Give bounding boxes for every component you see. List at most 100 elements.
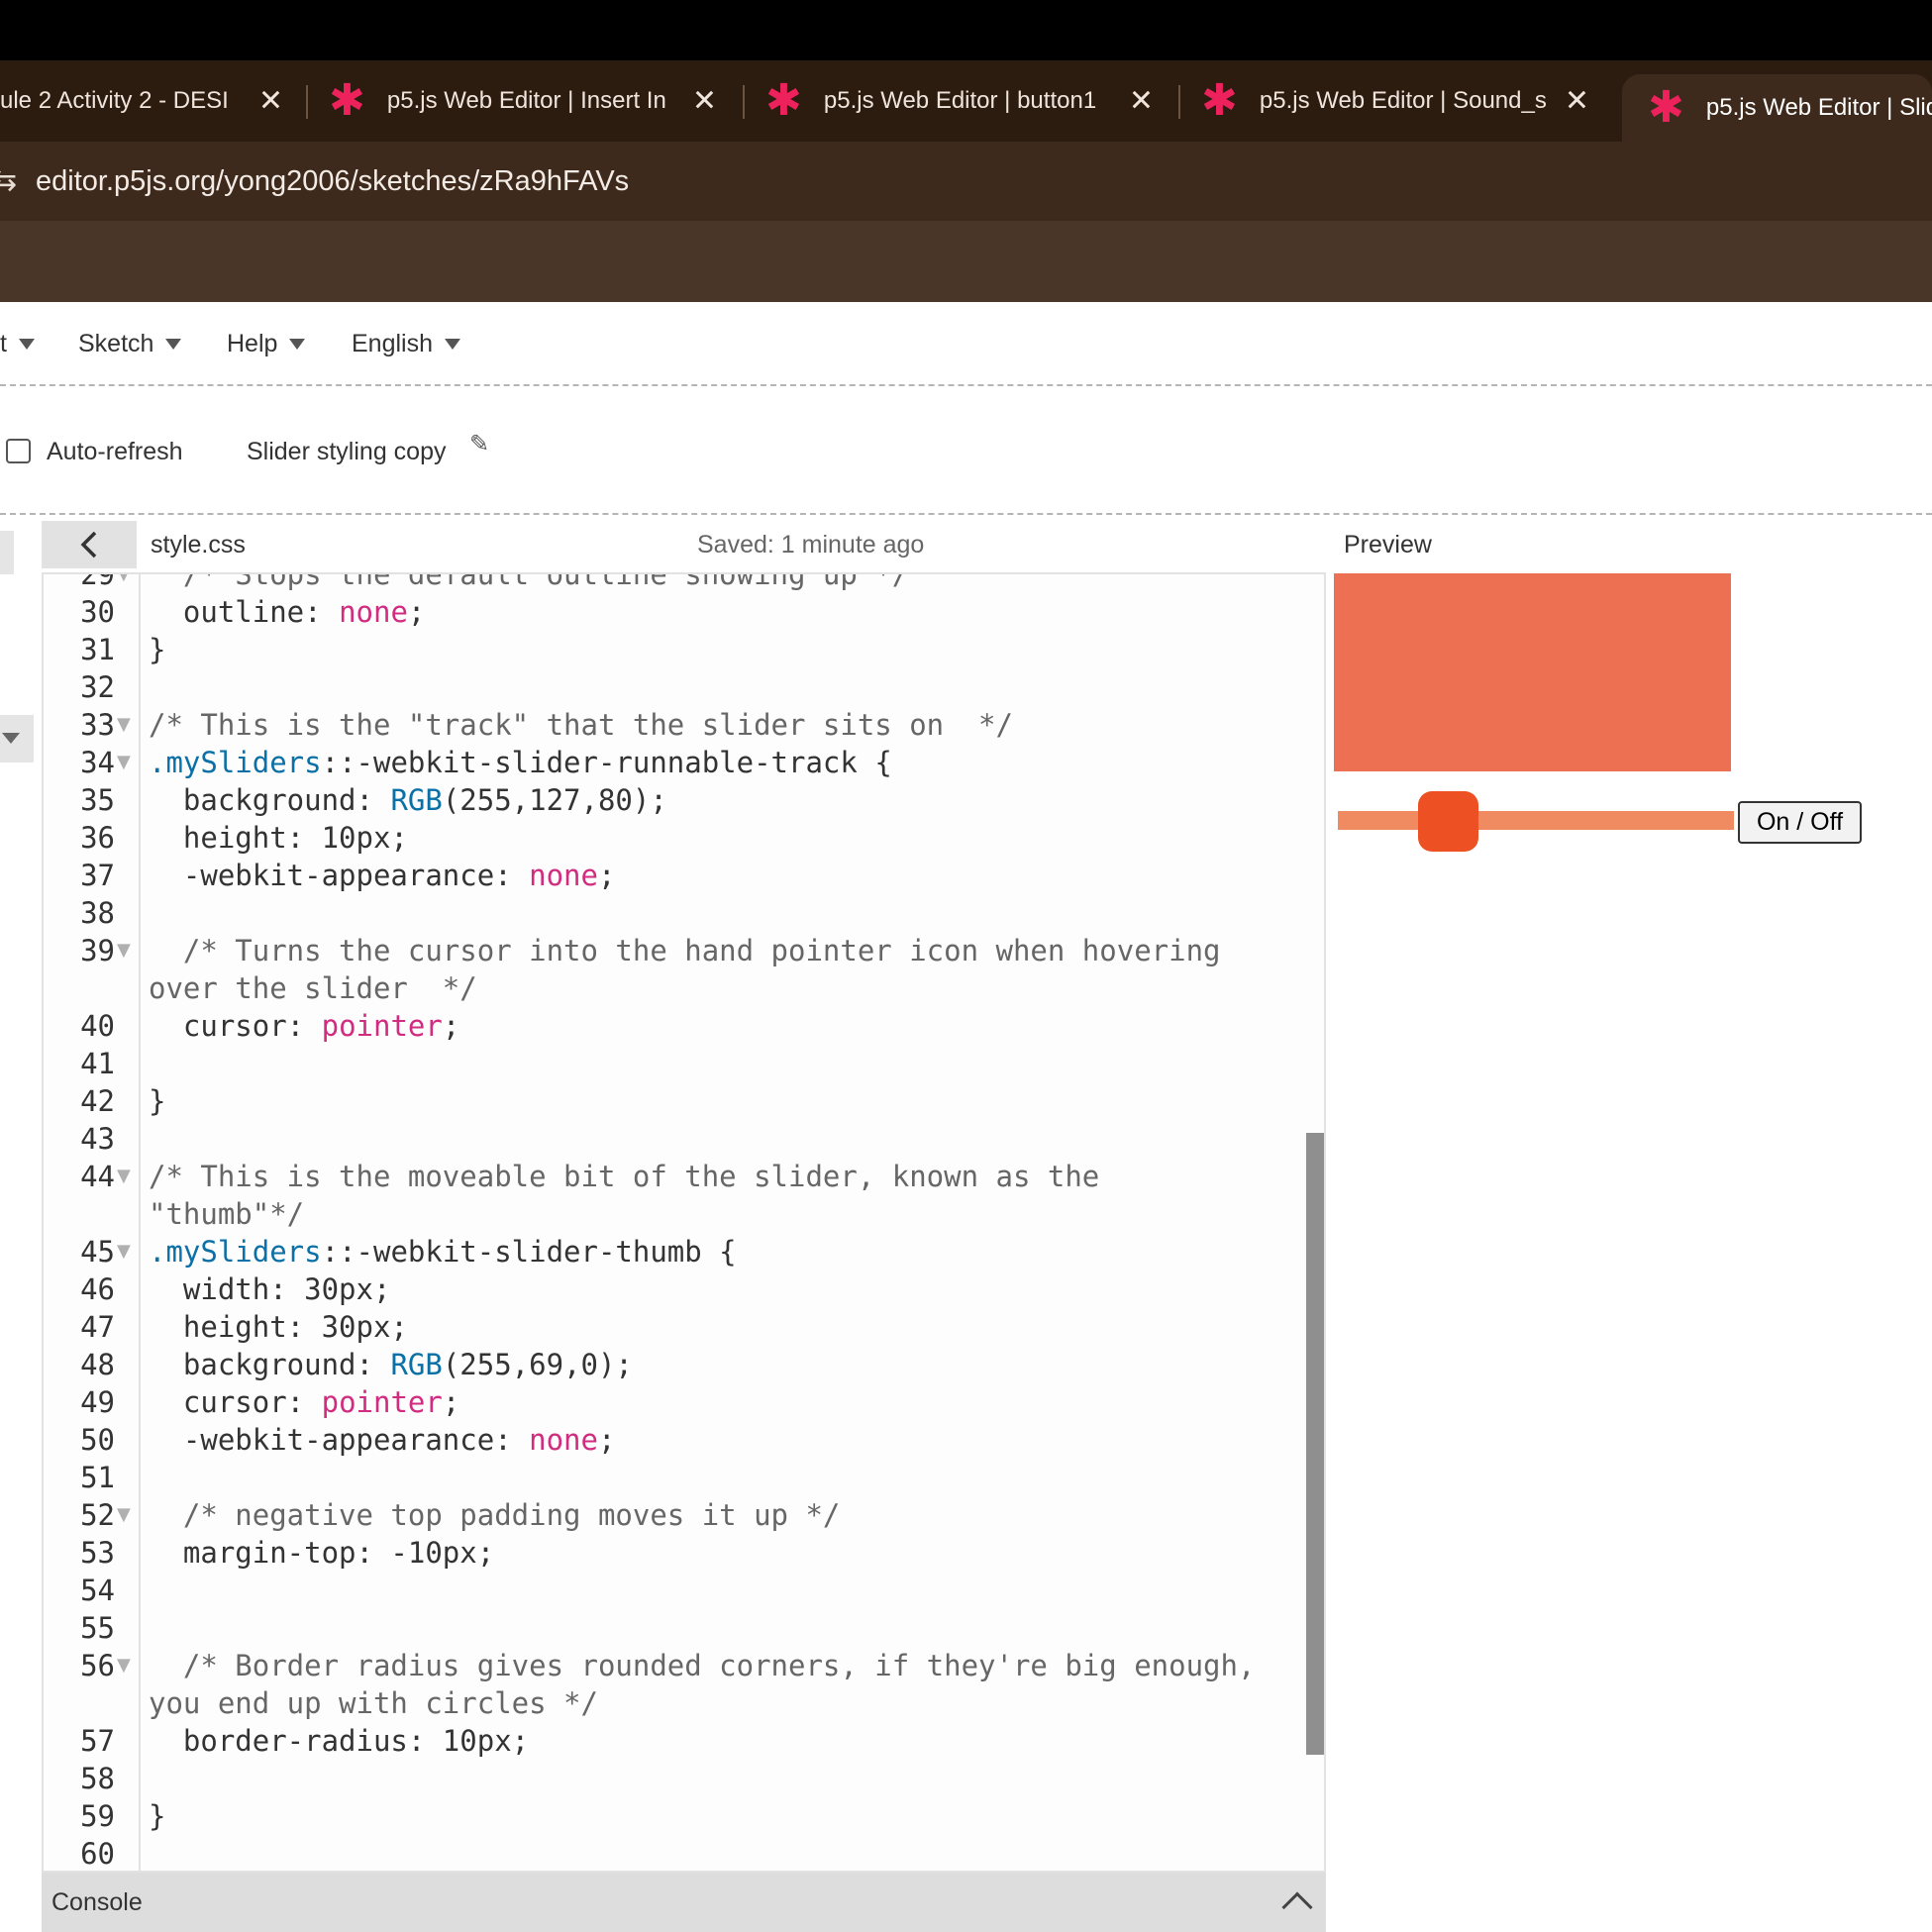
line-number: 43 — [80, 1122, 115, 1156]
sketch-name[interactable]: Slider styling copy — [247, 388, 446, 515]
menu-language[interactable]: English — [352, 302, 460, 386]
line-number: 46 — [80, 1272, 115, 1306]
p5-favicon-icon: ✱ — [1648, 82, 1684, 133]
close-icon[interactable]: ✕ — [1129, 84, 1154, 119]
code-line[interactable]: 52 ▼ /* negative top padding moves it up … — [44, 1496, 1281, 1534]
browser-tab-2[interactable]: ✱ p5.js Web Editor | Insert In ✕ — [329, 74, 717, 128]
code-line[interactable]: 60 — [44, 1835, 1281, 1871]
line-number: 33 — [80, 708, 115, 742]
on-off-button[interactable]: On / Off — [1738, 801, 1862, 844]
slider-thumb[interactable] — [1418, 791, 1479, 852]
site-info-icon[interactable]: ⇆ — [0, 163, 17, 198]
code-token: .mySliders — [149, 1235, 322, 1269]
code-line[interactable]: 44 ▼ /* This is the moveable bit of the sl… — [44, 1158, 1281, 1195]
code-line[interactable]: you end up with circles */ — [44, 1684, 1281, 1722]
code-line[interactable]: 32 — [44, 668, 1281, 706]
menu-help[interactable]: Help — [227, 302, 306, 386]
fold-toggle-icon[interactable]: ▼ — [117, 574, 131, 593]
fold-toggle-icon[interactable]: ▼ — [117, 706, 131, 744]
code-line[interactable]: 29 ▼ /* Stops the default outline showing… — [44, 574, 1281, 593]
line-number: 57 — [80, 1724, 115, 1758]
line-number: 44 — [80, 1160, 115, 1193]
code-token: height: 30px; — [149, 1310, 408, 1344]
console-panel[interactable]: Console — [42, 1873, 1326, 1932]
code-token: over the slider */ — [149, 971, 477, 1005]
code-line[interactable]: 59} — [44, 1797, 1281, 1835]
line-number: 59 — [80, 1799, 115, 1833]
code-token: margin-top: -10px; — [149, 1536, 495, 1570]
fold-toggle-icon[interactable]: ▼ — [117, 1647, 131, 1684]
code-line[interactable]: 58 — [44, 1760, 1281, 1797]
auto-refresh-checkbox[interactable] — [6, 439, 31, 463]
code-line[interactable]: 46 width: 30px; — [44, 1271, 1281, 1308]
tab-separator — [743, 85, 745, 119]
fold-toggle-icon[interactable]: ▼ — [117, 1158, 131, 1195]
code-line[interactable]: 51 — [44, 1459, 1281, 1496]
fold-toggle-icon[interactable]: ▼ — [117, 1233, 131, 1271]
code-line[interactable]: 55 — [44, 1609, 1281, 1647]
line-number: 60 — [80, 1837, 115, 1871]
menu-file[interactable]: t — [0, 302, 35, 386]
browser-tab-3[interactable]: ✱ p5.js Web Editor | button1 ✕ — [765, 74, 1154, 128]
code-line[interactable]: 33 ▼ /* This is the "track" that the slide… — [44, 706, 1281, 744]
code-line[interactable]: 53 margin-top: -10px; — [44, 1534, 1281, 1572]
menu-label: t — [0, 330, 7, 357]
chevron-left-icon — [80, 531, 97, 559]
code-line[interactable]: 30 outline: none; — [44, 593, 1281, 631]
code-token: ; — [442, 1009, 460, 1043]
code-line[interactable]: 31} — [44, 631, 1281, 668]
code-line[interactable]: 47 height: 30px; — [44, 1308, 1281, 1346]
close-icon[interactable]: ✕ — [258, 84, 283, 119]
code-line[interactable]: 35 background: RGB(255,127,80); — [44, 781, 1281, 819]
fold-toggle-icon[interactable]: ▼ — [117, 932, 131, 969]
code-line[interactable]: 37 -webkit-appearance: none; — [44, 857, 1281, 894]
code-line[interactable]: 40 cursor: pointer; — [44, 1007, 1281, 1045]
code-line[interactable]: 38 — [44, 894, 1281, 932]
fold-toggle-icon[interactable]: ▼ — [117, 744, 131, 781]
editor-scrollbar[interactable] — [1306, 1133, 1324, 1755]
p5-favicon-icon: ✱ — [765, 75, 802, 126]
code-line[interactable]: 49 cursor: pointer; — [44, 1383, 1281, 1421]
chevron-up-icon[interactable] — [1281, 1891, 1313, 1923]
code-editor[interactable]: 29 ▼ /* Stops the default outline showing… — [42, 572, 1326, 1873]
code-token: /* Turns the cursor into the hand pointe… — [149, 934, 1221, 967]
code-line[interactable]: 39 ▼ /* Turns the cursor into the hand po… — [44, 932, 1281, 969]
code-line[interactable]: 42} — [44, 1082, 1281, 1120]
code-text: you end up with circles */ — [149, 1684, 598, 1722]
browser-tab-4[interactable]: ✱ p5.js Web Editor | Sound_s ✕ — [1201, 74, 1589, 128]
line-number: 50 — [80, 1423, 115, 1457]
menu-sketch[interactable]: Sketch — [78, 302, 182, 386]
slider-track[interactable] — [1338, 811, 1734, 830]
fold-toggle-icon[interactable]: ▼ — [117, 1496, 131, 1534]
code-line[interactable]: 34 ▼ .mySliders::-webkit-slider-runnable-t… — [44, 744, 1281, 781]
code-line[interactable]: 54 — [44, 1572, 1281, 1609]
tab-separator — [306, 85, 308, 119]
code-text: } — [149, 631, 165, 668]
close-icon[interactable]: ✕ — [1565, 84, 1589, 119]
code-line[interactable]: 48 background: RGB(255,69,0); — [44, 1346, 1281, 1383]
code-line[interactable]: 36 height: 10px; — [44, 819, 1281, 857]
code-line[interactable]: 43 — [44, 1120, 1281, 1158]
code-line[interactable]: 56 ▼ /* Border radius gives rounded corne… — [44, 1647, 1281, 1684]
code-line[interactable]: over the slider */ — [44, 969, 1281, 1007]
browser-tab-1[interactable]: ule 2 Activity 2 - DESI ✕ — [0, 74, 283, 128]
collapse-sidebar-button[interactable] — [42, 521, 137, 568]
line-number: 48 — [80, 1348, 115, 1381]
code-line[interactable]: 50 -webkit-appearance: none; — [44, 1421, 1281, 1459]
browser-tab-active[interactable]: ✱ p5.js Web Editor | Slid — [1622, 74, 1932, 142]
chevron-down-icon — [165, 339, 182, 350]
saved-status: Saved: 1 minute ago — [697, 531, 925, 559]
code-line[interactable]: "thumb"*/ — [44, 1195, 1281, 1233]
p5-menu-bar: t Sketch Help English — [0, 302, 1932, 386]
code-line[interactable]: 45 ▼ .mySliders::-webkit-slider-thumb { — [44, 1233, 1281, 1271]
close-icon[interactable]: ✕ — [692, 84, 717, 119]
url-text[interactable]: editor.p5js.org/yong2006/sketches/zRa9hF… — [36, 142, 629, 221]
pencil-icon[interactable]: ✎ — [469, 430, 489, 458]
code-line[interactable]: 41 — [44, 1045, 1281, 1082]
auto-refresh-label[interactable]: Auto-refresh — [47, 388, 183, 515]
sidebar-folder-toggle[interactable] — [0, 715, 34, 763]
code-token: /* negative top padding moves it up */ — [149, 1498, 841, 1532]
code-line[interactable]: 57 border-radius: 10px; — [44, 1722, 1281, 1760]
address-bar[interactable]: ⇆ editor.p5js.org/yong2006/sketches/zRa9… — [0, 142, 1932, 221]
code-text: /* Turns the cursor into the hand pointe… — [149, 932, 1221, 969]
